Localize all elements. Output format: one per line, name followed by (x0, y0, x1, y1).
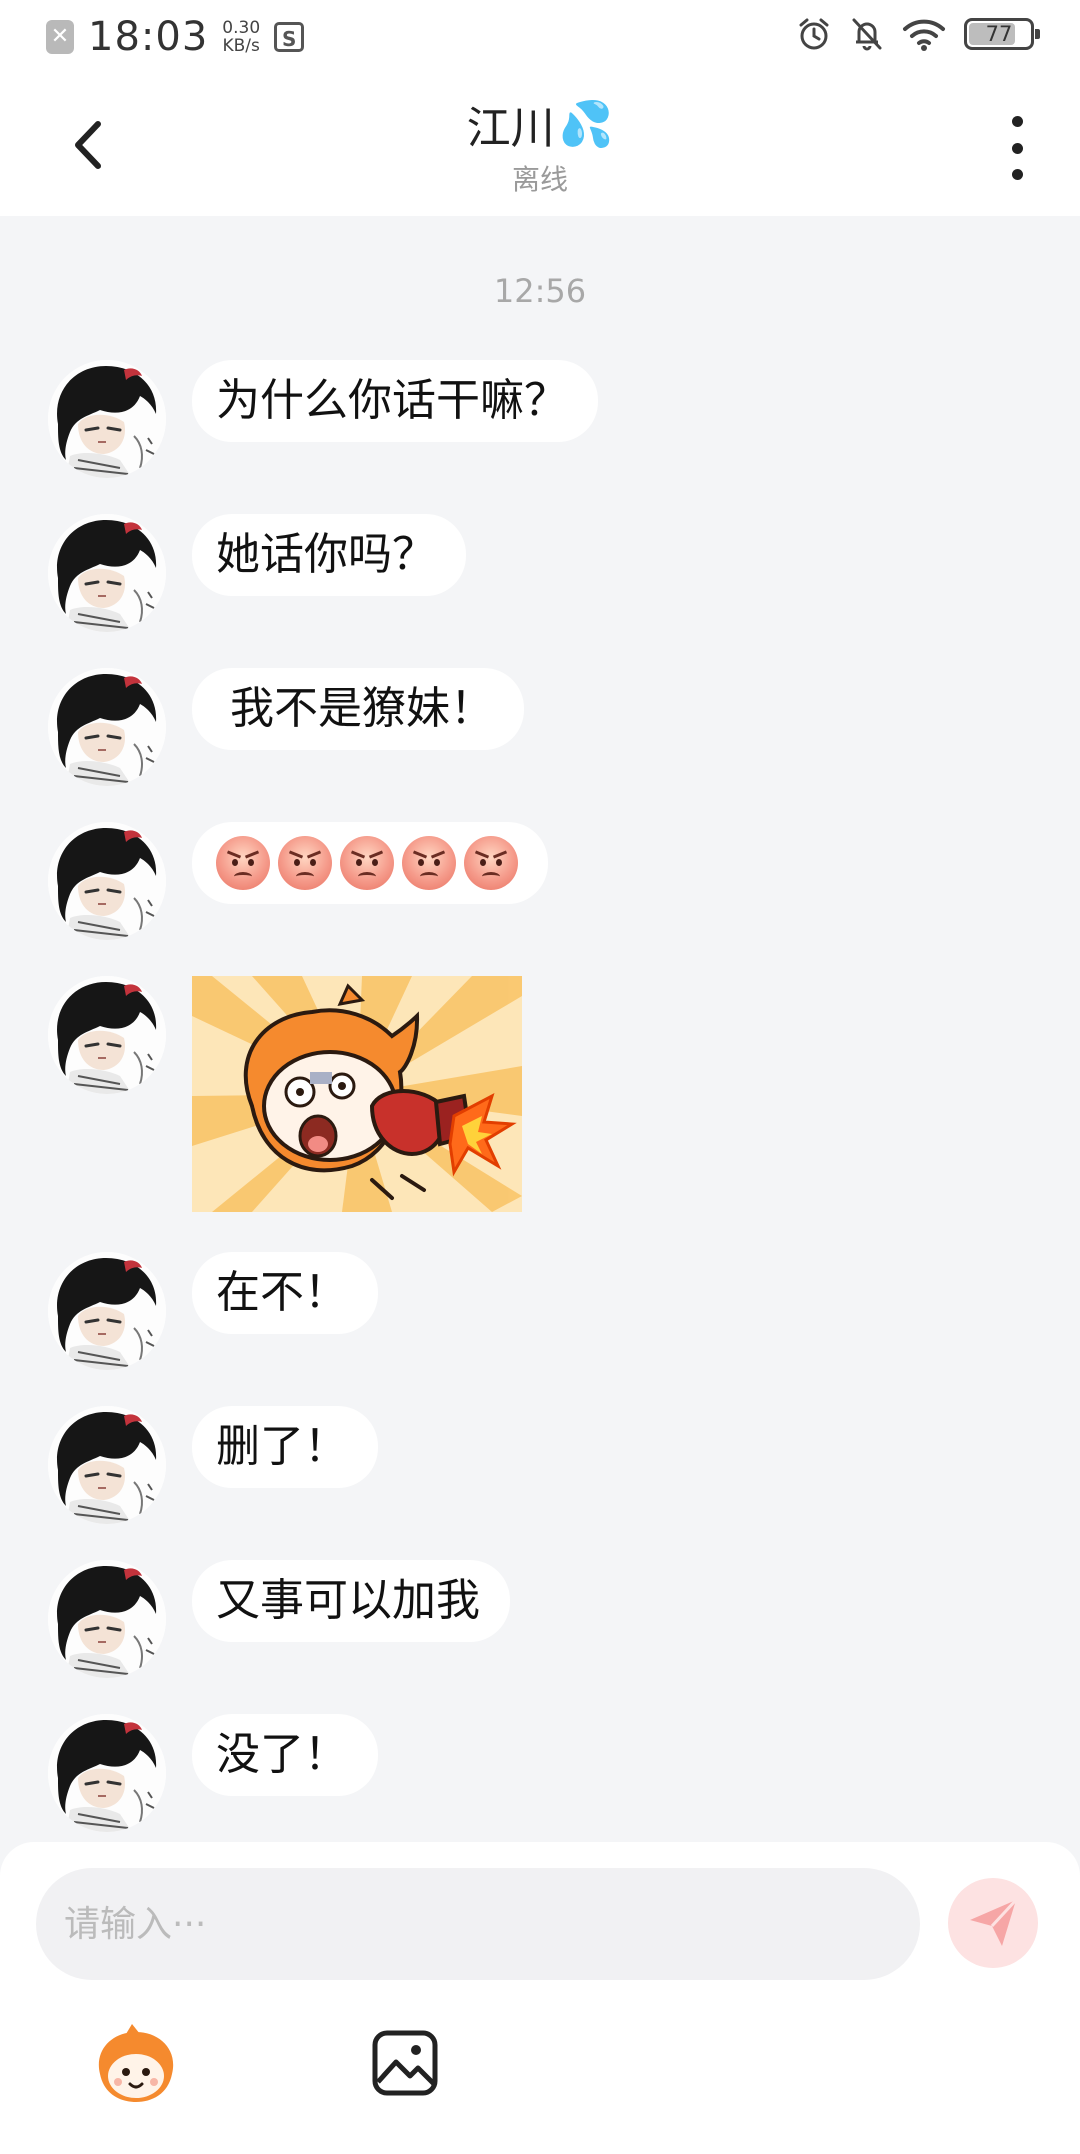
contact-avatar[interactable] (48, 822, 166, 940)
message-row (48, 976, 522, 1212)
mascot-face-icon (98, 2024, 174, 2102)
message-row: 删了！ (48, 1406, 378, 1524)
message-row: 她话你吗？ (48, 514, 466, 632)
message-bubble[interactable]: 又事可以加我 (192, 1560, 510, 1642)
message-input[interactable] (36, 1868, 920, 1980)
network-speed: 0.30 KB/s (222, 19, 260, 55)
emoji-row (216, 822, 518, 904)
message-bubble[interactable]: 在不！ (192, 1252, 378, 1334)
network-speed-unit: KB/s (222, 36, 260, 56)
sticker-message[interactable] (192, 976, 522, 1212)
battery-level: 77 (985, 22, 1013, 46)
message-bubble[interactable]: 删了！ (192, 1406, 378, 1488)
angry-face-emoji-icon (402, 836, 456, 890)
chat-timestamp: 12:56 (493, 272, 587, 310)
status-bar-left: ✕ 18:03 0.30 KB/s S (46, 14, 305, 60)
angry-face-emoji-icon (216, 836, 270, 890)
angry-punch-sticker-image (192, 976, 522, 1212)
message-row: 又事可以加我 (48, 1560, 510, 1678)
more-dot-icon (1011, 116, 1023, 127)
image-picker-button[interactable] (370, 2028, 440, 2098)
more-dot-icon (1011, 142, 1023, 154)
contact-avatar[interactable] (48, 1406, 166, 1524)
bell-muted-icon (852, 18, 882, 51)
message-bubble[interactable]: 她话你吗？ (192, 514, 466, 596)
message-bubble[interactable]: 没了！ (192, 1714, 378, 1796)
angry-face-emoji-icon (340, 836, 394, 890)
contact-avatar[interactable] (48, 1560, 166, 1678)
contact-info: 江川 💦 离线 (0, 92, 1080, 198)
contact-avatar[interactable] (48, 360, 166, 478)
network-speed-value: 0.30 (222, 18, 261, 38)
status-bar: ✕ 18:03 0.30 KB/s S 77 (0, 0, 1080, 72)
more-dot-icon (1011, 169, 1023, 180)
message-bubble[interactable]: 为什么你话干嘛？ (192, 360, 598, 442)
image-icon (372, 2030, 438, 2096)
alarm-clock-icon (799, 18, 829, 50)
emoji-message-bubble[interactable] (192, 822, 548, 904)
contact-status: 离线 (511, 163, 568, 196)
send-button[interactable] (948, 1878, 1038, 1968)
status-time: 18:03 (88, 14, 209, 60)
chat-header: 江川 💦 离线 (0, 72, 1080, 216)
message-row (48, 822, 548, 940)
angry-face-emoji-icon (278, 836, 332, 890)
screenshot-s-icon: S (274, 22, 305, 52)
more-options-button[interactable] (1002, 116, 1032, 180)
close-notification-icon: ✕ (46, 20, 74, 54)
message-input-box (36, 1868, 920, 1980)
contact-avatar[interactable] (48, 668, 166, 786)
input-panel (0, 1842, 1080, 2154)
contact-name: 江川 (466, 103, 555, 154)
contact-avatar[interactable] (48, 1714, 166, 1832)
sweat-droplets-emoji: 💦 (558, 99, 614, 150)
paper-plane-icon (970, 1898, 1018, 1946)
battery-icon: 77 (964, 18, 1040, 50)
message-row: 没了！ (48, 1714, 378, 1832)
status-bar-right: 77 (796, 16, 1040, 52)
message-bubble[interactable]: 我不是獠妹！ (192, 668, 524, 750)
contact-avatar[interactable] (48, 514, 166, 632)
message-row: 我不是獠妹！ (48, 668, 524, 786)
message-row: 为什么你话干嘛？ (48, 360, 598, 478)
angry-face-emoji-icon (464, 836, 518, 890)
contact-avatar[interactable] (48, 1252, 166, 1370)
wifi-icon (903, 19, 945, 51)
contact-avatar[interactable] (48, 976, 166, 1094)
message-row: 在不！ (48, 1252, 378, 1370)
emoji-sticker-button[interactable] (92, 2024, 180, 2104)
